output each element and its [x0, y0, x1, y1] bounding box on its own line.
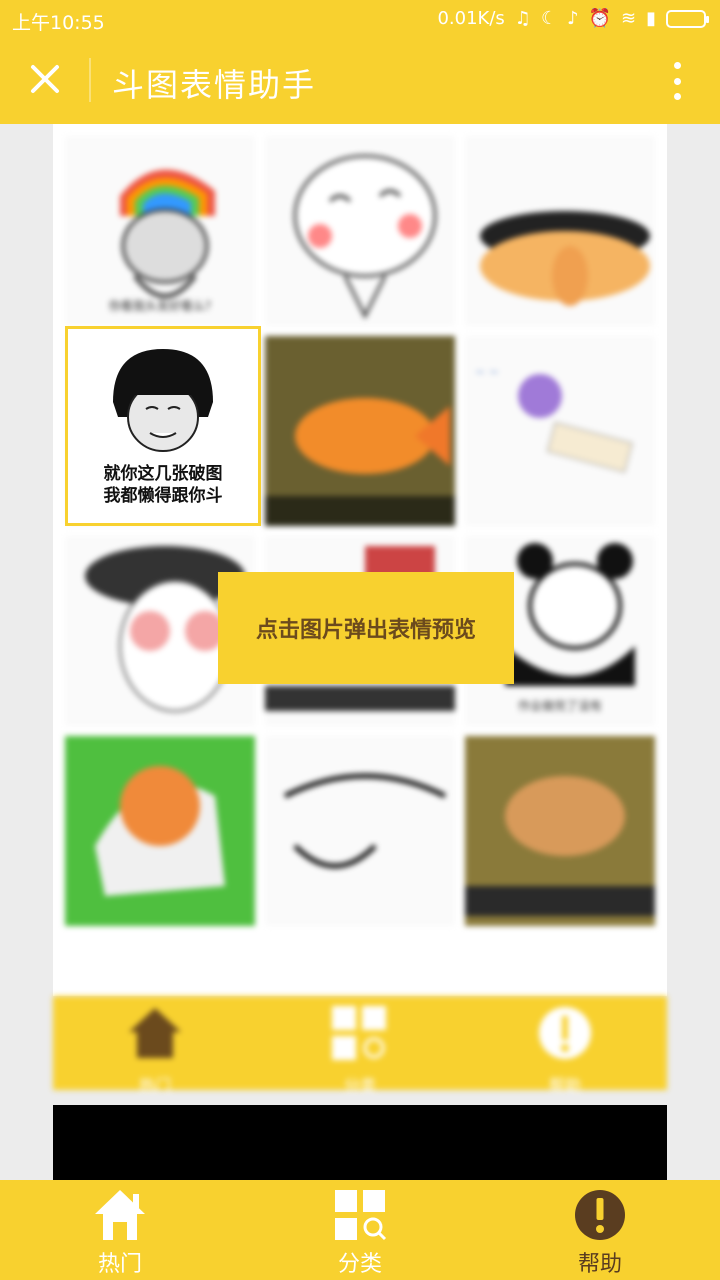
tab-hot[interactable]: 热门	[50, 1188, 190, 1278]
preview-hint-toast: 点击图片弹出表情预览	[218, 572, 514, 684]
covering-face-emoji	[480, 211, 650, 306]
signal-icon: ▮	[646, 8, 656, 29]
inner-nav-help: 帮助	[525, 1004, 605, 1096]
inner-nav-hot: 热门	[115, 1004, 195, 1096]
alarm-icon: ⏰	[588, 8, 611, 29]
emoji-cell[interactable]: 你看我头发好看么?	[65, 136, 255, 326]
tab-category[interactable]: 分类	[290, 1188, 430, 1278]
text-face-emoji	[283, 773, 447, 869]
caption-line-1: 就你这几张破图	[103, 464, 223, 484]
tab-label: 热门	[97, 1252, 142, 1277]
battery-icon	[666, 9, 709, 28]
photo-emoji	[465, 736, 655, 926]
inner-nav-blurred: 热门 分类 帮助	[53, 996, 667, 1095]
svg-text:~ ~: ~ ~	[475, 365, 499, 379]
blushing-face-emoji	[293, 154, 437, 320]
alert-icon	[575, 1190, 625, 1240]
tab-label: 分类	[337, 1252, 382, 1277]
category-search-icon	[335, 1190, 387, 1241]
lollipop-emoji: ~ ~	[475, 365, 633, 473]
emoji-cell[interactable]: ~ ~	[465, 336, 655, 526]
home-icon	[129, 1008, 181, 1058]
goldfish-image	[265, 336, 455, 526]
inner-nav-label: 帮助	[548, 1076, 581, 1095]
title-bar: 斗图表情助手	[0, 38, 720, 124]
selected-emoji[interactable]: 就你这几张破图 我都懒得跟你斗	[65, 326, 261, 526]
tab-help[interactable]: 帮助	[530, 1188, 670, 1278]
emoji-cell[interactable]	[465, 136, 655, 326]
category-search-icon	[332, 1006, 386, 1060]
emoji-cell[interactable]	[265, 136, 455, 326]
inner-nav-label: 分类	[343, 1076, 376, 1095]
bell-off-icon: ♪	[567, 8, 579, 29]
page-title: 斗图表情助手	[112, 66, 317, 104]
caption-line-2: 我都懒得跟你斗	[103, 486, 223, 506]
inner-nav-category: 分类	[320, 1004, 400, 1096]
network-speed: 0.01K/s	[437, 8, 505, 29]
emoji-grid: 你看我头发好看么? ~ ~ 作业做完了没有	[65, 136, 655, 926]
alert-icon	[539, 1007, 591, 1059]
bottom-nav: 热门 分类 帮助	[0, 1180, 720, 1280]
emoji-cell[interactable]	[65, 736, 255, 926]
bowl-cut-face-emoji	[113, 349, 213, 452]
status-time: 上午10:55	[12, 12, 105, 34]
cat-emoji	[65, 736, 255, 926]
headphones-icon: ♫	[514, 8, 531, 29]
inner-nav-label: 热门	[138, 1076, 171, 1095]
status-bar: 上午10:55 0.01K/s ♫ ☾ ♪ ⏰ ≋ ▮	[0, 0, 720, 38]
emoji-caption: 你看我头发好看么?	[108, 299, 212, 313]
emoji-cell[interactable]	[465, 736, 655, 926]
more-menu-icon[interactable]	[674, 62, 682, 100]
status-icons: 0.01K/s ♫ ☾ ♪ ⏰ ≋ ▮	[437, 8, 709, 29]
emoji-grid-panel: 你看我头发好看么? ~ ~ 作业做完了没有 就你这几张破图 我都懒得跟你斗	[53, 124, 667, 996]
emoji-cell[interactable]	[265, 736, 455, 926]
wifi-icon: ≋	[621, 8, 637, 29]
ad-banner[interactable]	[53, 1105, 667, 1185]
toast-text: 点击图片弹出表情预览	[255, 618, 476, 643]
tab-label: 帮助	[577, 1252, 622, 1277]
emoji-caption: 作业做完了没有	[517, 699, 602, 713]
divider	[89, 58, 91, 102]
close-icon[interactable]	[26, 60, 64, 98]
emoji-cell[interactable]	[265, 336, 455, 526]
moon-icon: ☾	[540, 8, 558, 29]
home-icon	[95, 1190, 145, 1240]
selected-emoji-caption: 就你这几张破图 我都懒得跟你斗	[68, 463, 258, 507]
